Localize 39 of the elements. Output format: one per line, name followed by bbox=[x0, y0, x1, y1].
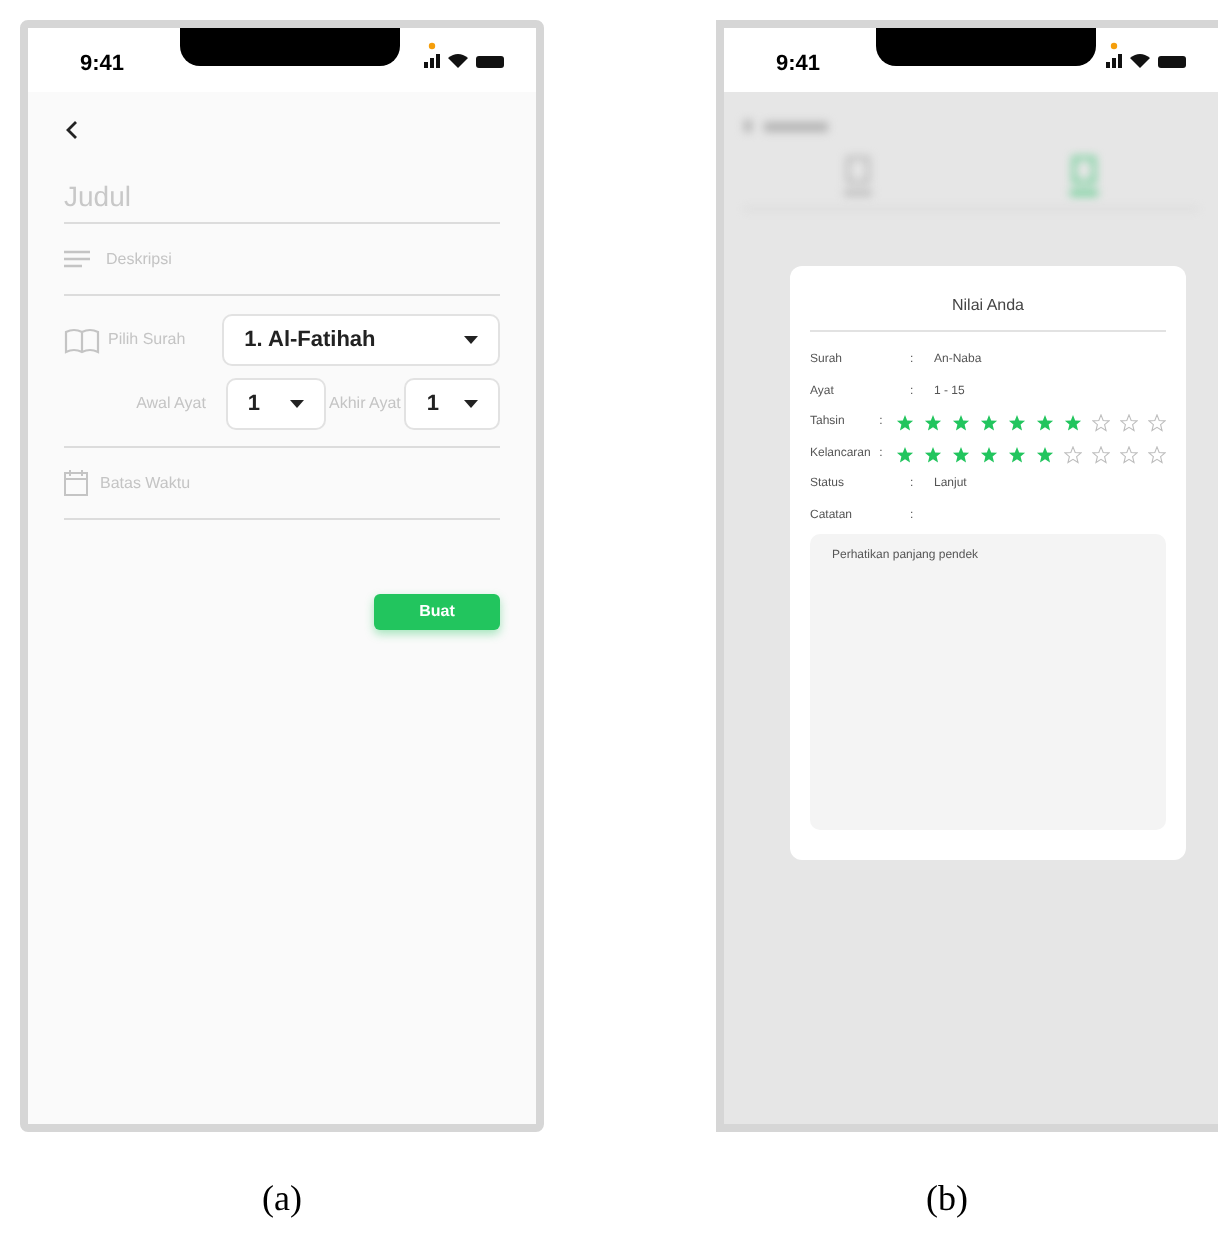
filled-star-icon[interactable] bbox=[1008, 445, 1026, 464]
filled-star-icon[interactable] bbox=[896, 445, 914, 464]
surah-dropdown[interactable]: 1. Al-Fatihah bbox=[222, 314, 500, 366]
filled-star-icon[interactable] bbox=[980, 414, 998, 433]
empty-star-icon[interactable] bbox=[1148, 445, 1166, 464]
empty-star-icon[interactable] bbox=[1148, 414, 1166, 433]
start-verse-dropdown[interactable]: 1 bbox=[225, 378, 325, 430]
blurred-tab-icon bbox=[1072, 156, 1097, 184]
figure-caption: (a) bbox=[262, 1176, 302, 1222]
filled-star-icon[interactable] bbox=[924, 445, 942, 464]
empty-star-icon[interactable] bbox=[1064, 445, 1082, 464]
caret-icon bbox=[463, 400, 478, 408]
empty-star-icon[interactable] bbox=[1092, 445, 1110, 464]
filled-star-icon[interactable] bbox=[896, 414, 914, 433]
filled-star-icon[interactable] bbox=[1036, 414, 1054, 433]
status-icons bbox=[1102, 42, 1190, 70]
filled-star-icon[interactable] bbox=[1064, 414, 1082, 433]
caret-icon bbox=[289, 400, 303, 408]
filled-star-icon[interactable] bbox=[952, 414, 970, 433]
empty-star-icon[interactable] bbox=[1120, 445, 1138, 464]
end-verse-dropdown[interactable]: 1 bbox=[404, 378, 500, 430]
filled-star-icon[interactable] bbox=[924, 414, 942, 433]
empty-star-icon[interactable] bbox=[1092, 414, 1110, 433]
text-lines-icon bbox=[64, 250, 90, 268]
figure-caption: (b) bbox=[926, 1176, 970, 1222]
filled-star-icon[interactable] bbox=[1036, 445, 1054, 464]
filled-star-icon[interactable] bbox=[952, 445, 970, 464]
status-time: 9:41 bbox=[80, 50, 125, 80]
filled-star-icon[interactable] bbox=[1008, 414, 1026, 433]
book-icon bbox=[64, 325, 100, 355]
filled-star-icon[interactable] bbox=[980, 445, 998, 464]
calendar-icon bbox=[64, 470, 88, 496]
blurred-heading bbox=[764, 121, 828, 131]
caret-icon bbox=[464, 336, 478, 344]
empty-star-icon[interactable] bbox=[1120, 414, 1138, 433]
status-time: 9:41 bbox=[776, 50, 821, 80]
back-icon[interactable] bbox=[64, 120, 78, 140]
status-icons bbox=[420, 42, 508, 70]
dialog-title: Nilai Anda bbox=[810, 294, 1166, 332]
